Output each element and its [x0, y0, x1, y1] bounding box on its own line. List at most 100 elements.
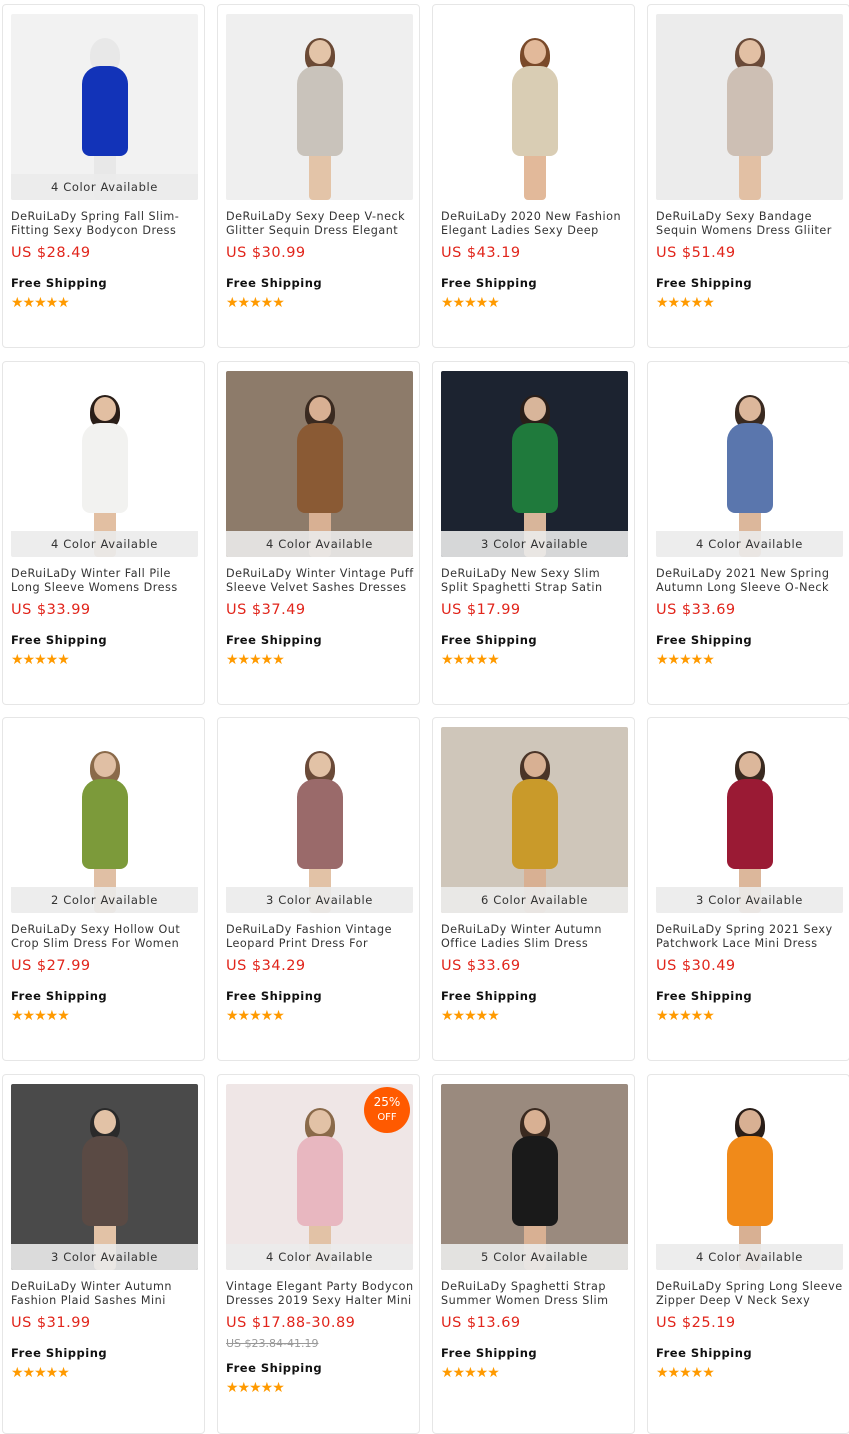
- product-title[interactable]: DeRuiLaDy Winter Vintage Puff Sleeve Vel…: [226, 567, 414, 595]
- model-head: [523, 397, 546, 421]
- model-head: [523, 753, 546, 777]
- product-title[interactable]: DeRuiLaDy 2020 New Fashion Elegant Ladie…: [441, 210, 629, 238]
- product-price: US $34.29: [226, 958, 306, 974]
- color-available-label: 4 Color Available: [226, 531, 413, 557]
- product-image[interactable]: [441, 14, 628, 200]
- color-available-label: 4 Color Available: [656, 1244, 843, 1270]
- rating-stars: ★★★★★: [226, 1380, 285, 1396]
- model-dress: [296, 66, 343, 156]
- rating-stars: ★★★★★: [226, 1008, 285, 1024]
- rating-stars: ★★★★★: [226, 652, 285, 668]
- rating-stars: ★★★★★: [441, 1008, 500, 1024]
- product-title[interactable]: DeRuiLaDy Sexy Deep V-neck Glitter Sequi…: [226, 210, 414, 238]
- product-card[interactable]: 3 Color Available DeRuiLaDy New Sexy Slim…: [432, 361, 635, 705]
- rating-stars: ★★★★★: [441, 1365, 500, 1381]
- product-title[interactable]: DeRuiLaDy Fashion Vintage Leopard Print …: [226, 923, 414, 951]
- model-head: [308, 1110, 331, 1134]
- product-price: US $30.49: [656, 958, 736, 974]
- rating-stars: ★★★★★: [656, 1008, 715, 1024]
- color-available-label: 4 Color Available: [11, 531, 198, 557]
- color-available-label: 3 Color Available: [226, 887, 413, 913]
- product-image[interactable]: 6 Color Available: [441, 727, 628, 913]
- product-card[interactable]: 2 Color Available DeRuiLaDy Sexy Hollow O…: [2, 717, 205, 1061]
- model-legs: [308, 152, 331, 200]
- product-title[interactable]: DeRuiLaDy Winter Autumn Fashion Plaid Sa…: [11, 1280, 199, 1308]
- product-card[interactable]: 4 Color Available DeRuiLaDy Winter Vintag…: [217, 361, 420, 705]
- model-dress: [726, 1136, 773, 1226]
- product-card[interactable]: 4 Color Available DeRuiLaDy Winter Fall P…: [2, 361, 205, 705]
- model-head: [738, 1110, 761, 1134]
- product-price: US $43.19: [441, 245, 521, 261]
- model-head: [308, 753, 331, 777]
- product-title[interactable]: DeRuiLaDy Sexy Hollow Out Crop Slim Dres…: [11, 923, 199, 951]
- model-dress: [511, 423, 558, 513]
- product-card[interactable]: DeRuiLaDy 2020 New Fashion Elegant Ladie…: [432, 4, 635, 348]
- product-image[interactable]: 5 Color Available: [441, 1084, 628, 1270]
- product-card[interactable]: 3 Color Available DeRuiLaDy Fashion Vinta…: [217, 717, 420, 1061]
- model-dress: [81, 66, 128, 156]
- free-shipping-label: Free Shipping: [441, 1346, 538, 1360]
- free-shipping-label: Free Shipping: [226, 989, 323, 1003]
- discount-percent: 25%: [373, 1095, 401, 1109]
- product-price: US $13.69: [441, 1315, 521, 1331]
- product-title[interactable]: DeRuiLaDy Spring 2021 Sexy Patchwork Lac…: [656, 923, 844, 951]
- product-card[interactable]: 3 Color Available DeRuiLaDy Winter Autumn…: [2, 1074, 205, 1434]
- product-title[interactable]: DeRuiLaDy Winter Fall Pile Long Sleeve W…: [11, 567, 199, 595]
- product-card[interactable]: 5 Color Available DeRuiLaDy Spaghetti Str…: [432, 1074, 635, 1434]
- product-price: US $25.19: [656, 1315, 736, 1331]
- rating-stars: ★★★★★: [441, 652, 500, 668]
- product-card[interactable]: DeRuiLaDy Sexy Deep V-neck Glitter Sequi…: [217, 4, 420, 348]
- product-price: US $51.49: [656, 245, 736, 261]
- color-available-label: 4 Color Available: [11, 174, 198, 200]
- model-head: [738, 753, 761, 777]
- product-image[interactable]: 3 Color Available: [11, 1084, 198, 1270]
- free-shipping-label: Free Shipping: [11, 1346, 108, 1360]
- free-shipping-label: Free Shipping: [656, 1346, 753, 1360]
- product-title[interactable]: DeRuiLaDy Spaghetti Strap Summer Women D…: [441, 1280, 629, 1308]
- product-title[interactable]: DeRuiLaDy New Sexy Slim Split Spaghetti …: [441, 567, 629, 595]
- product-image[interactable]: 4 Color Available: [11, 371, 198, 557]
- product-image[interactable]: 4 Color Available: [656, 1084, 843, 1270]
- product-image[interactable]: 3 Color Available: [226, 727, 413, 913]
- product-card[interactable]: DeRuiLaDy Sexy Bandage Sequin Womens Dre…: [647, 4, 849, 348]
- product-title[interactable]: DeRuiLaDy 2021 New Spring Autumn Long Sl…: [656, 567, 844, 595]
- product-card[interactable]: 4 Color Available DeRuiLaDy 2021 New Spri…: [647, 361, 849, 705]
- product-image[interactable]: 3 Color Available: [656, 727, 843, 913]
- free-shipping-label: Free Shipping: [11, 989, 108, 1003]
- model-dress: [81, 779, 128, 869]
- product-image[interactable]: 4 Color Available: [11, 14, 198, 200]
- product-title[interactable]: DeRuiLaDy Winter Autumn Office Ladies Sl…: [441, 923, 629, 951]
- product-image[interactable]: 2 Color Available: [11, 727, 198, 913]
- model-head: [738, 397, 761, 421]
- color-available-label: 4 Color Available: [656, 531, 843, 557]
- product-image[interactable]: 4 Color Available 25% OFF: [226, 1084, 413, 1270]
- model-head: [308, 397, 331, 421]
- model-figure: [719, 38, 781, 200]
- free-shipping-label: Free Shipping: [11, 276, 108, 290]
- product-title[interactable]: Vintage Elegant Party Bodycon Dresses 20…: [226, 1280, 414, 1308]
- product-image[interactable]: 4 Color Available: [656, 371, 843, 557]
- model-legs: [738, 152, 761, 200]
- free-shipping-label: Free Shipping: [11, 633, 108, 647]
- product-price: US $33.69: [441, 958, 521, 974]
- product-card[interactable]: 3 Color Available DeRuiLaDy Spring 2021 S…: [647, 717, 849, 1061]
- product-card[interactable]: 6 Color Available DeRuiLaDy Winter Autumn…: [432, 717, 635, 1061]
- model-dress: [726, 66, 773, 156]
- product-card[interactable]: 4 Color Available DeRuiLaDy Spring Fall S…: [2, 4, 205, 348]
- product-title[interactable]: DeRuiLaDy Spring Fall Slim-Fitting Sexy …: [11, 210, 199, 238]
- model-head: [93, 753, 116, 777]
- rating-stars: ★★★★★: [656, 295, 715, 311]
- product-image[interactable]: 4 Color Available: [226, 371, 413, 557]
- product-price: US $17.88-30.89: [226, 1315, 356, 1331]
- model-dress: [511, 1136, 558, 1226]
- product-price: US $30.99: [226, 245, 306, 261]
- product-image[interactable]: [226, 14, 413, 200]
- product-title[interactable]: DeRuiLaDy Spring Long Sleeve Zipper Deep…: [656, 1280, 844, 1308]
- product-title[interactable]: DeRuiLaDy Sexy Bandage Sequin Womens Dre…: [656, 210, 844, 238]
- product-card[interactable]: 4 Color Available 25% OFF Vintage Elegant P…: [217, 1074, 420, 1434]
- free-shipping-label: Free Shipping: [226, 276, 323, 290]
- product-image[interactable]: 3 Color Available: [441, 371, 628, 557]
- product-image[interactable]: [656, 14, 843, 200]
- model-dress: [511, 66, 558, 156]
- product-card[interactable]: 4 Color Available DeRuiLaDy Spring Long S…: [647, 1074, 849, 1434]
